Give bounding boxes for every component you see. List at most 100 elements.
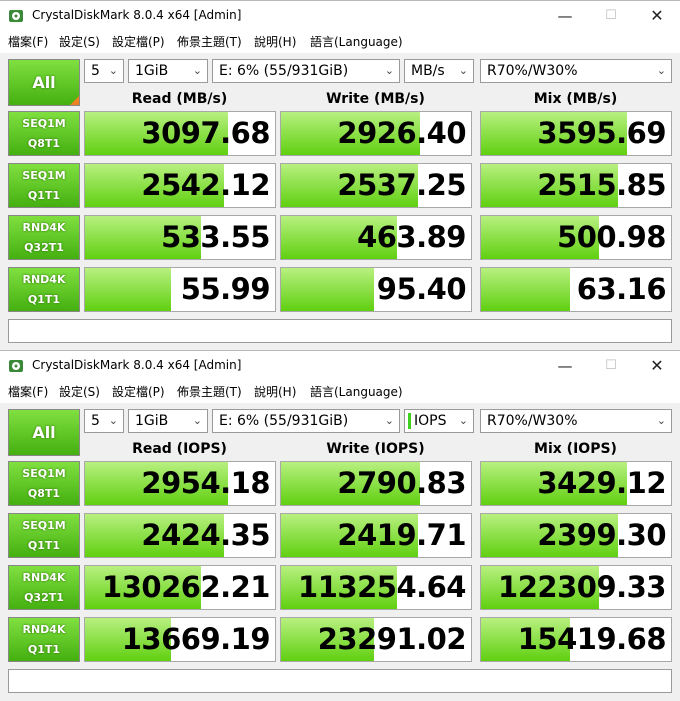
window-title: CrystalDiskMark 8.0.4 x64 [Admin] [32, 358, 242, 372]
mix-ratio-select[interactable]: R70%/W30% ⌄ [480, 59, 672, 83]
test-name: SEQ1M [22, 466, 66, 480]
result-value: 533.55 [161, 220, 270, 254]
result-mix: 2515.85 [480, 163, 672, 208]
result-read: 13669.19 [84, 617, 276, 662]
maximize-button[interactable]: ☐ [588, 1, 634, 31]
unit-select[interactable]: MB/s ⌄ [404, 59, 474, 83]
test-size-value: 1GiB [135, 413, 169, 429]
test-button-rnd4k-q32t1[interactable]: RND4K Q32T1 [8, 215, 80, 260]
cdm-window-mbps: CrystalDiskMark 8.0.4 x64 [Admin] — ☐ ✕ … [0, 0, 680, 351]
test-params: Q1T1 [27, 538, 61, 552]
drive-value: E: 6% (55/931GiB) [219, 413, 349, 429]
test-button-seq1m-q1t1[interactable]: SEQ1M Q1T1 [8, 513, 80, 558]
close-button[interactable]: ✕ [634, 351, 680, 381]
crystaldiskmark-app-icon [9, 360, 23, 372]
test-button-seq1m-q8t1[interactable]: SEQ1M Q8T1 [8, 461, 80, 506]
title-bar[interactable]: CrystalDiskMark 8.0.4 x64 [Admin] — ☐ ✕ [0, 351, 680, 381]
test-count-select[interactable]: 5 ⌄ [84, 409, 124, 433]
chevron-down-icon: ⌄ [458, 64, 468, 77]
result-write: 2537.25 [280, 163, 472, 208]
result-value: 15419.68 [517, 622, 667, 656]
menu-language[interactable]: 語言(Language) [310, 383, 403, 400]
unit-value: IOPS [414, 413, 447, 429]
result-value: 3429.12 [537, 466, 666, 500]
menu-theme[interactable]: 佈景主題(T) [177, 33, 242, 50]
menu-help[interactable]: 說明(H) [254, 383, 296, 400]
result-write: 2419.71 [280, 513, 472, 558]
test-button-rnd4k-q1t1[interactable]: RND4K Q1T1 [8, 617, 80, 662]
result-mix: 500.98 [480, 215, 672, 260]
result-value: 2419.71 [337, 518, 466, 552]
result-value: 2542.12 [141, 168, 270, 202]
write-header: Write (MB/s) [326, 91, 425, 107]
result-value: 463.89 [357, 220, 466, 254]
minimize-button[interactable]: — [542, 351, 588, 381]
result-value: 2515.85 [537, 168, 666, 202]
test-size-value: 1GiB [135, 63, 169, 79]
chevron-down-icon: ⌄ [384, 414, 394, 427]
result-value: 2537.25 [337, 168, 466, 202]
result-value: 63.16 [576, 272, 667, 306]
result-value: 500.98 [557, 220, 666, 254]
chevron-down-icon: ⌄ [656, 64, 666, 77]
test-button-seq1m-q8t1[interactable]: SEQ1M Q8T1 [8, 111, 80, 156]
result-read: 130262.21 [84, 565, 276, 610]
result-value: 113254.64 [298, 570, 466, 604]
all-button-label: All [32, 423, 56, 442]
all-button[interactable]: All [8, 59, 80, 106]
result-read: 55.99 [84, 267, 276, 312]
test-size-select[interactable]: 1GiB ⌄ [128, 59, 208, 83]
test-button-rnd4k-q1t1[interactable]: RND4K Q1T1 [8, 267, 80, 312]
drive-select[interactable]: E: 6% (55/931GiB) ⌄ [212, 409, 400, 433]
menu-settings[interactable]: 設定(S) [59, 33, 100, 50]
maximize-button[interactable]: ☐ [588, 351, 634, 381]
result-value: 2424.35 [141, 518, 270, 552]
result-value: 3595.69 [537, 116, 666, 150]
chevron-down-icon: ⌄ [384, 64, 394, 77]
menu-settings[interactable]: 設定(S) [59, 383, 100, 400]
menu-profile[interactable]: 設定檔(P) [112, 33, 165, 50]
test-name: RND4K [22, 622, 66, 636]
test-params: Q32T1 [24, 590, 64, 604]
unit-select[interactable]: IOPS ⌄ [404, 409, 474, 433]
all-button-label: All [32, 73, 56, 92]
mix-ratio-select[interactable]: R70%/W30% ⌄ [480, 409, 672, 433]
comment-field[interactable] [8, 319, 672, 343]
menu-bar: 檔案(F) 設定(S) 設定檔(P) 佈景主題(T) 說明(H) 語言(Lang… [0, 31, 680, 51]
score-bar [85, 268, 171, 311]
menu-language[interactable]: 語言(Language) [310, 33, 403, 50]
mix-ratio-value: R70%/W30% [487, 413, 578, 429]
test-name: SEQ1M [22, 518, 66, 532]
test-params: Q1T1 [27, 188, 61, 202]
menu-profile[interactable]: 設定檔(P) [112, 383, 165, 400]
menu-help[interactable]: 說明(H) [254, 33, 296, 50]
result-mix: 3429.12 [480, 461, 672, 506]
all-button[interactable]: All [8, 409, 80, 456]
result-value: 55.99 [180, 272, 271, 306]
test-size-select[interactable]: 1GiB ⌄ [128, 409, 208, 433]
drive-select[interactable]: E: 6% (55/931GiB) ⌄ [212, 59, 400, 83]
result-mix: 122309.33 [480, 565, 672, 610]
test-name: RND4K [22, 220, 66, 234]
test-params: Q8T1 [27, 486, 61, 500]
test-name: SEQ1M [22, 168, 66, 182]
result-mix: 15419.68 [480, 617, 672, 662]
mix-header: Mix (MB/s) [533, 91, 618, 107]
chevron-down-icon: ⌄ [192, 64, 202, 77]
test-button-rnd4k-q32t1[interactable]: RND4K Q32T1 [8, 565, 80, 610]
test-params: Q1T1 [27, 642, 61, 656]
comment-field[interactable] [8, 669, 672, 693]
menu-file[interactable]: 檔案(F) [8, 383, 48, 400]
chevron-down-icon: ⌄ [656, 414, 666, 427]
menu-file[interactable]: 檔案(F) [8, 33, 48, 50]
chevron-down-icon: ⌄ [108, 414, 118, 427]
menu-theme[interactable]: 佈景主題(T) [177, 383, 242, 400]
close-button[interactable]: ✕ [634, 1, 680, 31]
title-bar[interactable]: CrystalDiskMark 8.0.4 x64 [Admin] — ☐ ✕ [0, 1, 680, 31]
test-button-seq1m-q1t1[interactable]: SEQ1M Q1T1 [8, 163, 80, 208]
test-count-select[interactable]: 5 ⌄ [84, 59, 124, 83]
result-mix: 3595.69 [480, 111, 672, 156]
test-name: RND4K [22, 570, 66, 584]
result-value: 3097.68 [141, 116, 270, 150]
minimize-button[interactable]: — [542, 1, 588, 31]
